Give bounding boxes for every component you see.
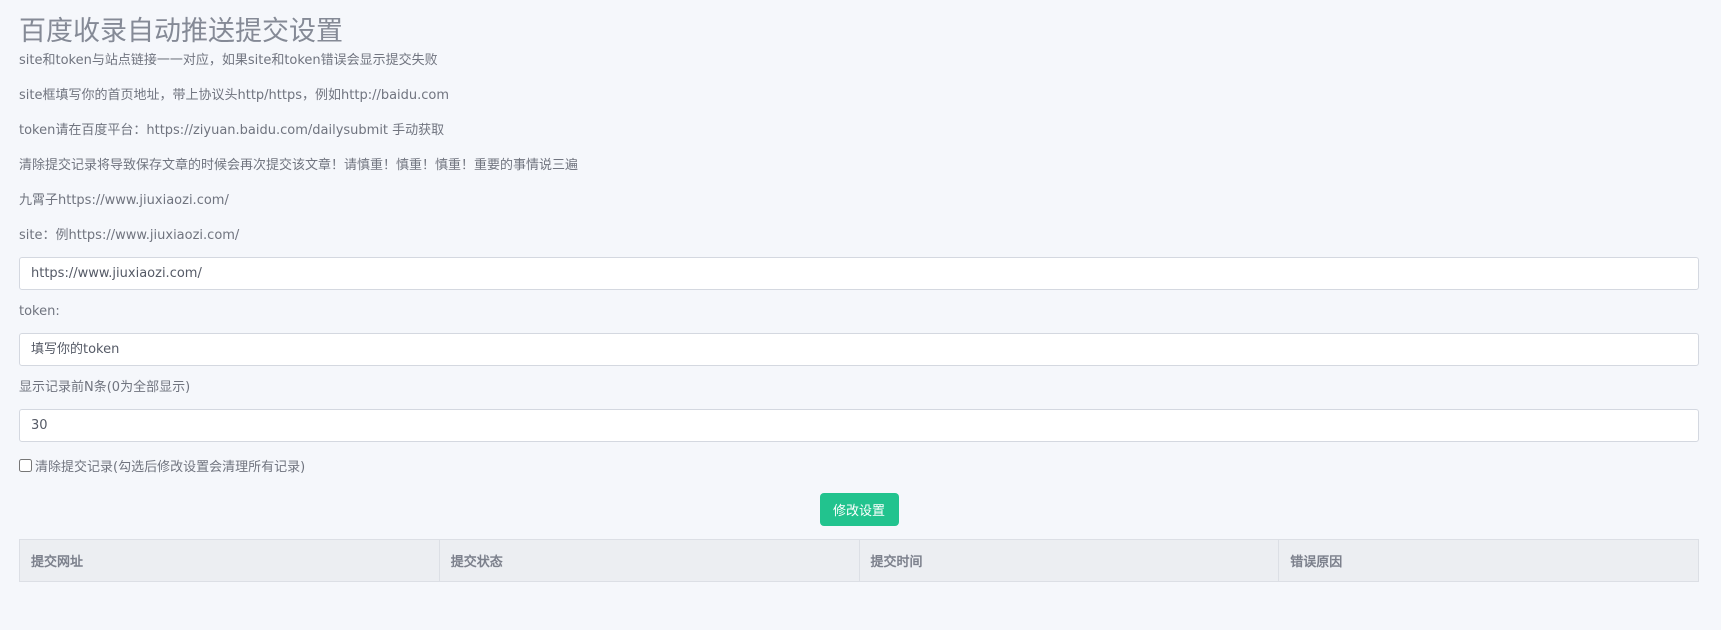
- clear-records-checkbox[interactable]: [19, 458, 32, 472]
- table-header: 提交网址 提交状态 提交时间 错误原因: [19, 539, 1699, 582]
- submit-area: 修改设置: [19, 493, 1699, 526]
- note-clear-warning: 清除提交记录将导致保存文章的时候会再次提交该文章！请慎重！慎重！慎重！重要的事情…: [19, 158, 579, 173]
- settings-page: 百度收录自动推送提交设置 site和token与站点链接一一对应，如果site和…: [19, 14, 1699, 582]
- clear-records-label: 清除提交记录(勾选后修改设置会清理所有记录): [35, 459, 306, 475]
- site-input[interactable]: [19, 257, 1699, 290]
- column-header-time[interactable]: 提交时间: [858, 539, 1280, 582]
- page-title: 百度收录自动推送提交设置: [19, 16, 343, 47]
- column-header-url[interactable]: 提交网址: [19, 539, 440, 582]
- count-label: 显示记录前N条(0为全部显示): [19, 380, 191, 395]
- submission-records-table: 提交网址 提交状态 提交时间 错误原因: [19, 539, 1699, 582]
- instruction-notes: site和token与站点链接一一对应，如果site和token错误会显示提交失…: [19, 52, 1699, 210]
- site-label: site：例https://www.jiuxiaozi.com/: [19, 228, 240, 243]
- note-token-source: token请在百度平台：https://ziyuan.baidu.com/dai…: [19, 123, 445, 138]
- clear-records-option[interactable]: 清除提交记录(勾选后修改设置会清理所有记录): [19, 456, 1699, 475]
- column-header-error[interactable]: 错误原因: [1278, 539, 1699, 582]
- note-site-format: site框填写你的首页地址，带上协议头http/https，例如http://b…: [19, 88, 450, 103]
- column-header-status[interactable]: 提交状态: [438, 539, 860, 582]
- token-label: token:: [19, 304, 60, 319]
- note-site-token: site和token与站点链接一一对应，如果site和token错误会显示提交失…: [19, 53, 438, 68]
- token-input[interactable]: [19, 333, 1699, 366]
- note-author: 九霄子https://www.jiuxiaozi.com/: [19, 193, 229, 208]
- table-header-row: 提交网址 提交状态 提交时间 错误原因: [19, 539, 1699, 582]
- save-settings-button[interactable]: 修改设置: [819, 493, 899, 526]
- count-input[interactable]: [19, 409, 1699, 442]
